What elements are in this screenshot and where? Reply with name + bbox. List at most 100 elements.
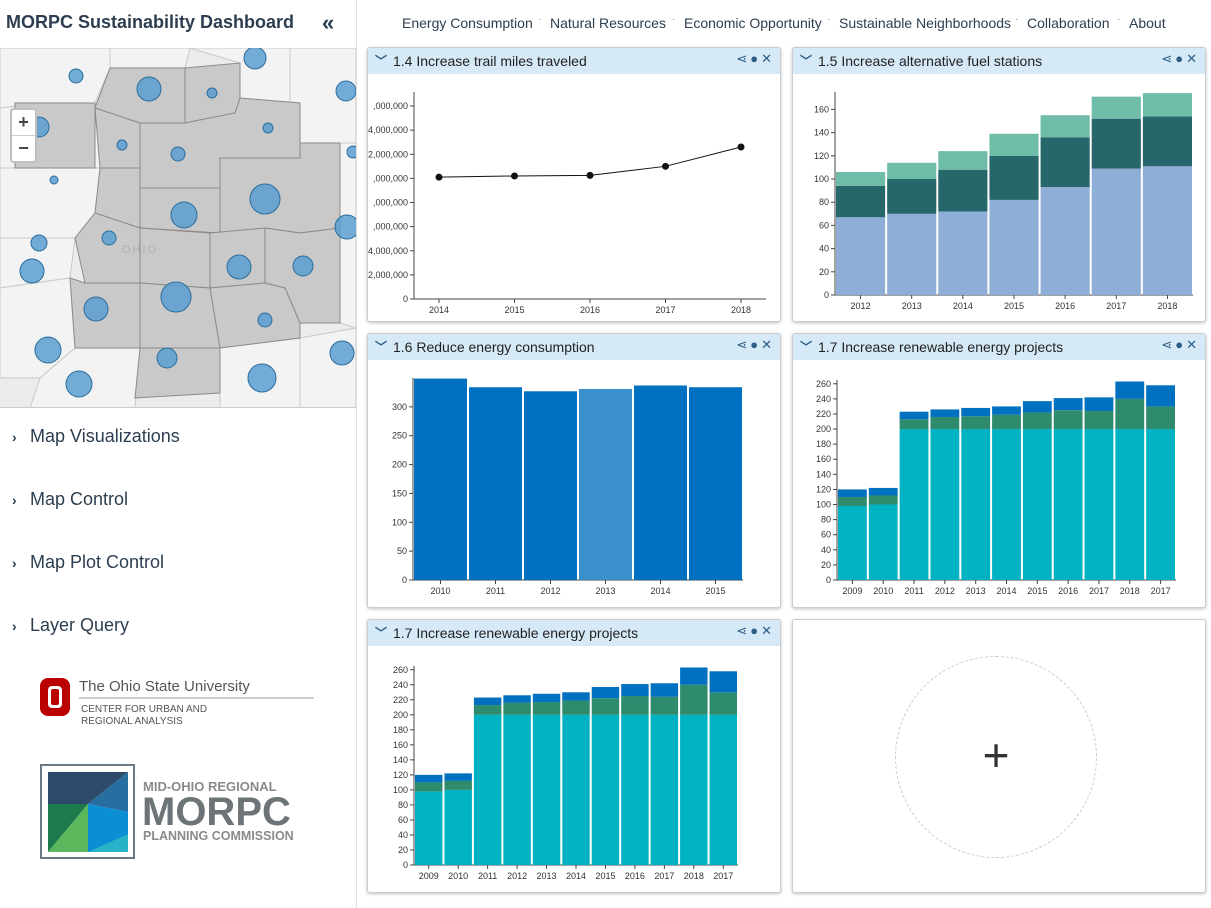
y-tick-label: 40 bbox=[819, 244, 829, 254]
card-tools: ⋖ ● ✕ bbox=[1158, 51, 1197, 67]
nav-economic-opportunity[interactable]: Economic Opportunity bbox=[684, 15, 822, 31]
share-icon[interactable]: ⋖ bbox=[736, 623, 747, 638]
share-icon[interactable]: ⋖ bbox=[1161, 337, 1172, 352]
double-chevron-left-icon[interactable]: « bbox=[322, 12, 334, 34]
bar-segment bbox=[1091, 168, 1141, 295]
x-tick-label: 2017 bbox=[1089, 586, 1109, 596]
bar-segment bbox=[989, 155, 1039, 200]
accordion-layer-query[interactable]: › Layer Query bbox=[12, 615, 129, 636]
chevron-down-icon[interactable]: ﹀ bbox=[375, 52, 387, 69]
stacked-bar-chart: 0 20 40 60 80 100 120 140 160 180 200 220 240 260 2009… bbox=[816, 379, 1176, 596]
bar-segment bbox=[415, 791, 443, 865]
bar-segment bbox=[503, 702, 531, 715]
bar-segment bbox=[680, 667, 708, 685]
share-icon[interactable]: ⋖ bbox=[736, 51, 747, 66]
pin-icon[interactable]: ● bbox=[750, 623, 758, 638]
y-tick-label: 140 bbox=[816, 469, 831, 479]
bar-segment bbox=[961, 429, 991, 580]
accordion-map-control[interactable]: › Map Control bbox=[12, 489, 128, 510]
y-tick-label: 80 bbox=[819, 197, 829, 207]
bar-segment bbox=[1142, 166, 1192, 295]
x-tick-label: 2014 bbox=[566, 871, 586, 881]
bar-segment bbox=[1040, 115, 1090, 138]
bar-segment bbox=[1146, 385, 1175, 407]
y-tick-label: 220 bbox=[393, 695, 408, 705]
bar-segment bbox=[899, 429, 929, 580]
x-tick-label: 2015 bbox=[705, 586, 725, 596]
nav-energy-consumption[interactable]: Energy Consumption bbox=[402, 15, 533, 31]
x-tick-label: 2018 bbox=[684, 871, 704, 881]
x-tick-label: 2011 bbox=[478, 871, 497, 881]
y-tick-label: 0 bbox=[824, 290, 829, 300]
line-chart: ,000,000 4,000,000 2,000,000 ,000,000 ,000,0… bbox=[368, 92, 766, 315]
bar-segment bbox=[503, 695, 531, 703]
bar-segment bbox=[992, 414, 1021, 430]
bar-segment bbox=[532, 714, 561, 865]
bar-segment bbox=[650, 696, 679, 715]
x-tick-label: 2013 bbox=[595, 586, 615, 596]
bar-segment bbox=[591, 698, 620, 715]
y-tick-label: 120 bbox=[393, 770, 408, 780]
nav-separator: · bbox=[1117, 14, 1121, 25]
map-canvas[interactable]: OHIO bbox=[0, 48, 356, 408]
bar-segment bbox=[562, 700, 590, 715]
nav-separator: · bbox=[538, 14, 542, 25]
bar-chart: 0 50 100 150 200 250 300 2010 2011 2012 2013 2014 20… bbox=[392, 378, 743, 596]
nav-separator: · bbox=[672, 14, 676, 25]
bar-segment bbox=[473, 705, 502, 715]
bar-segment bbox=[1115, 429, 1145, 580]
x-tick-label: 2016 bbox=[625, 871, 645, 881]
nav-about[interactable]: About bbox=[1129, 15, 1166, 31]
close-icon[interactable]: ✕ bbox=[761, 337, 772, 352]
map-state-label: OHIO bbox=[122, 244, 158, 256]
bar-segment bbox=[836, 217, 886, 295]
bar-segment bbox=[938, 211, 988, 295]
bar-segment bbox=[591, 687, 620, 699]
bar-segment bbox=[1053, 410, 1083, 430]
x-tick-label: 2017 bbox=[713, 871, 733, 881]
x-tick-label: 2016 bbox=[1058, 586, 1078, 596]
accordion-map-plot-control[interactable]: › Map Plot Control bbox=[12, 552, 164, 573]
zoom-in-button[interactable]: + bbox=[12, 110, 35, 135]
y-tick-label: 180 bbox=[393, 725, 408, 735]
data-point bbox=[435, 173, 443, 181]
y-tick-label: 0 bbox=[826, 575, 831, 585]
bar bbox=[414, 378, 467, 580]
share-icon[interactable]: ⋖ bbox=[1161, 51, 1172, 66]
bar-segment bbox=[930, 429, 960, 580]
y-tick-label: 60 bbox=[821, 530, 831, 540]
y-tick-label: 0 bbox=[403, 860, 408, 870]
y-tick-label: 0 bbox=[402, 575, 407, 585]
chevron-down-icon[interactable]: ﹀ bbox=[800, 52, 812, 69]
nav-sustainable-neighborhoods[interactable]: Sustainable Neighborhoods bbox=[839, 15, 1011, 31]
y-tick-label: 140 bbox=[393, 755, 408, 765]
accordion-map-visualizations[interactable]: › Map Visualizations bbox=[12, 426, 180, 447]
y-tick-label: 200 bbox=[393, 710, 408, 720]
close-icon[interactable]: ✕ bbox=[1186, 51, 1197, 66]
add-chart-button[interactable]: + bbox=[895, 656, 1097, 858]
x-tick-label: 2011 bbox=[486, 586, 505, 596]
pin-icon[interactable]: ● bbox=[750, 51, 758, 66]
chart-card: ﹀ 1.7 Increase renewable energy projects… bbox=[367, 619, 781, 893]
bar bbox=[689, 387, 742, 580]
close-icon[interactable]: ✕ bbox=[761, 623, 772, 638]
zoom-out-button[interactable]: − bbox=[12, 135, 35, 160]
chevron-down-icon[interactable]: ﹀ bbox=[800, 338, 812, 355]
pin-icon[interactable]: ● bbox=[1175, 51, 1183, 66]
chevron-down-icon[interactable]: ﹀ bbox=[375, 338, 387, 355]
nav-collaboration[interactable]: Collaboration bbox=[1027, 15, 1110, 31]
map[interactable]: OHIO + − bbox=[0, 48, 356, 408]
chevron-down-icon[interactable]: ﹀ bbox=[375, 624, 387, 641]
pin-icon[interactable]: ● bbox=[750, 337, 758, 352]
close-icon[interactable]: ✕ bbox=[1186, 337, 1197, 352]
bar-segment bbox=[989, 199, 1039, 295]
bar-segment bbox=[532, 693, 561, 703]
x-tick-label: 2009 bbox=[419, 871, 439, 881]
nav-natural-resources[interactable]: Natural Resources bbox=[550, 15, 666, 31]
pin-icon[interactable]: ● bbox=[1175, 337, 1183, 352]
app-title: MORPC Sustainability Dashboard bbox=[6, 12, 295, 32]
card-title: 1.6 Reduce energy consumption bbox=[393, 339, 595, 355]
close-icon[interactable]: ✕ bbox=[761, 51, 772, 66]
share-icon[interactable]: ⋖ bbox=[736, 337, 747, 352]
bar-segment bbox=[562, 714, 590, 865]
